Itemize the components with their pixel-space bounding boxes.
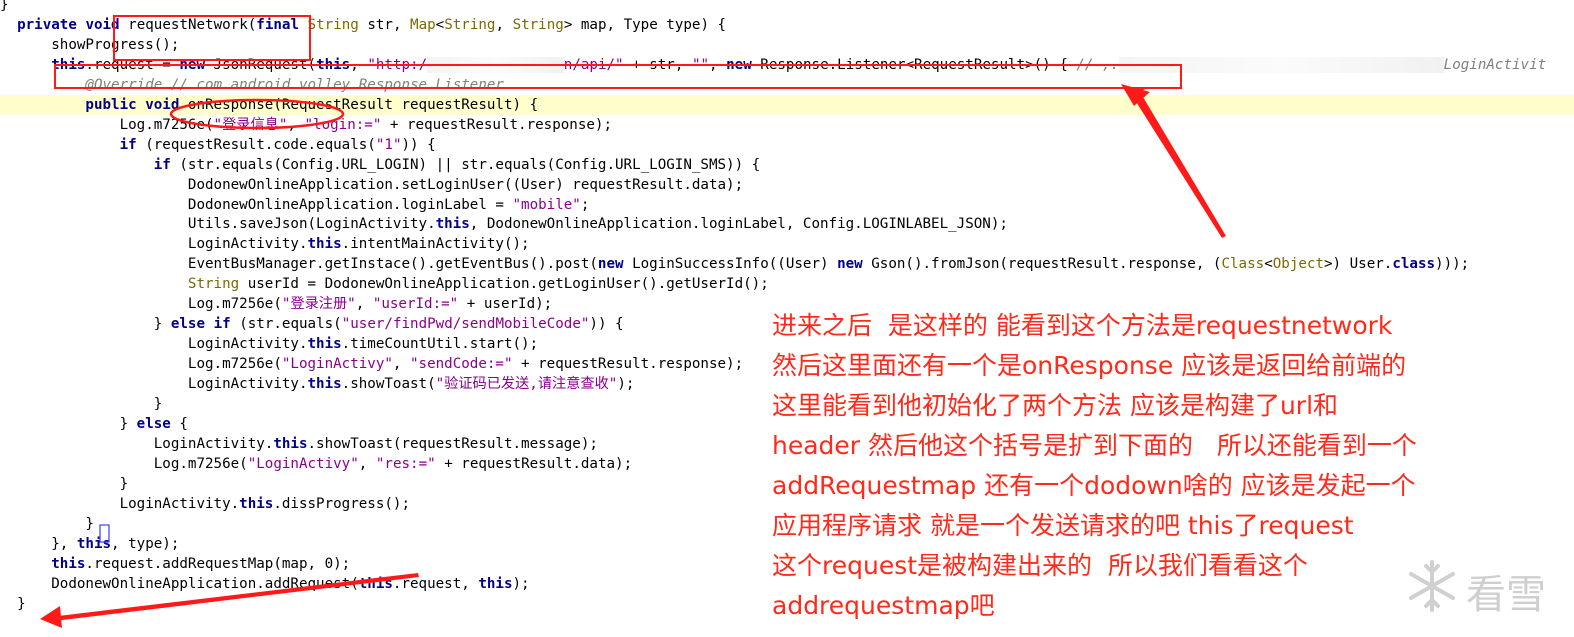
closing-brace-cursor (99, 524, 110, 543)
markup-overlay (40, 84, 1226, 628)
on-response-circle (169, 98, 345, 130)
kanxue-watermark: 看雪 (1402, 556, 1562, 618)
arrow-to-closing-brace (50, 573, 419, 621)
snowflake-icon (1409, 560, 1455, 612)
watermark-text: 看雪 (1466, 572, 1546, 618)
arrow-head-bottom (40, 606, 62, 628)
arrow-to-request-line (1128, 88, 1226, 238)
